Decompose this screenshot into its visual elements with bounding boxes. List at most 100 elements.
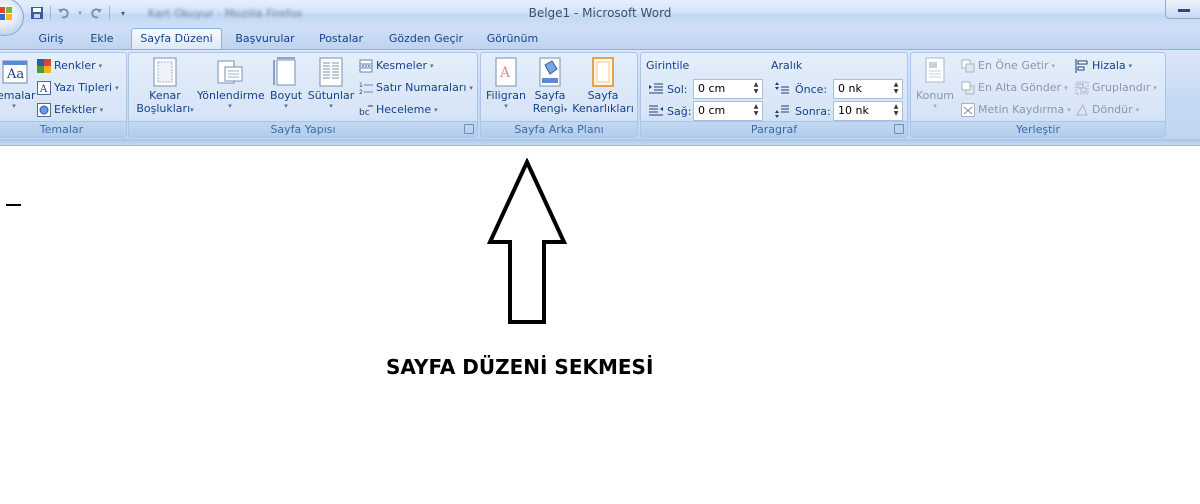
hyphenation-icon: bc [359, 103, 373, 118]
bring-to-front-button[interactable]: En Öne Getir ▾ [961, 57, 1055, 75]
hyphenation-label: Heceleme [376, 103, 432, 116]
chevron-down-icon: ▾ [329, 102, 333, 110]
position-icon [922, 57, 948, 87]
breaks-button[interactable]: Kesmeler ▾ [359, 57, 434, 75]
spacing-after-spinner[interactable]: 10 nk ▲ ▼ [833, 101, 903, 121]
themes-button[interactable]: Aa emalar ▾ [0, 57, 36, 110]
chevron-down-icon: ▾ [190, 106, 194, 114]
group-paragraf: Girintile Aralık Sol: 0 cm ▲ ▼ Sağ: 0 cm … [640, 52, 908, 138]
size-button[interactable]: Boyut ▾ [267, 57, 305, 110]
indent-right-spinner[interactable]: 0 cm ▲ ▼ [693, 101, 763, 121]
rotate-icon [1075, 103, 1089, 117]
margins-icon [152, 57, 178, 87]
minimize-icon [1178, 9, 1190, 12]
group-label-yerlestir: Yerleştir [911, 121, 1165, 137]
indent-right-label: Sağ: [667, 105, 692, 118]
spacing-after-label: Sonra: [795, 105, 831, 118]
title-bar: ▾ ▾ Kart Okuyur - Mozilla Firefox Belge1… [0, 0, 1200, 36]
orientation-button[interactable]: Yönlendirme ▾ [197, 57, 265, 110]
window-title: Belge1 - Microsoft Word [528, 6, 672, 20]
effects-button[interactable]: Efektler ▾ [37, 101, 103, 119]
page-color-button[interactable]: Sayfa Rengi▾ [531, 57, 569, 117]
bring-to-front-icon [961, 59, 975, 73]
tab-gorunum[interactable]: Görünüm [481, 29, 544, 49]
colors-icon [37, 59, 51, 73]
tab-gozden-gecir[interactable]: Gözden Geçir [382, 29, 470, 49]
group-objects-button[interactable]: Gruplandır ▾ [1075, 79, 1157, 97]
tab-ekle[interactable]: Ekle [82, 29, 122, 49]
chevron-down-icon: ▾ [1153, 84, 1157, 92]
tab-postalar[interactable]: Postalar [312, 29, 370, 49]
dialog-launcher-icon[interactable] [894, 124, 904, 134]
spinner-arrows-icon[interactable]: ▲ ▼ [892, 81, 900, 95]
tab-giris[interactable]: Giriş [32, 29, 70, 49]
line-numbers-label: Satır Numaraları [376, 81, 467, 94]
bring-to-front-label: En Öne Getir [978, 59, 1049, 72]
text-wrapping-button[interactable]: Metin Kaydırma ▾ [961, 101, 1071, 119]
indent-right-icon [649, 104, 663, 118]
ribbon-tabs: Giriş Ekle Sayfa Düzeni Başvurular Posta… [0, 27, 1200, 50]
watermark-label: Filigran [486, 89, 526, 102]
columns-icon [318, 57, 344, 87]
chevron-down-icon: ▾ [284, 102, 288, 110]
ribbon: Aa emalar ▾ Renkler ▾ A Yazı Tipleri ▾ Efe… [0, 49, 1200, 140]
chevron-down-icon: ▾ [99, 106, 104, 114]
page-borders-button[interactable]: Sayfa Kenarlıkları [571, 57, 635, 115]
watermark-icon: A [493, 57, 519, 87]
dialog-launcher-icon[interactable] [464, 124, 474, 134]
chevron-down-icon: ▾ [1067, 106, 1071, 114]
colors-button[interactable]: Renkler ▾ [37, 57, 102, 75]
svg-text:Aa: Aa [6, 67, 24, 82]
minimize-button[interactable] [1165, 0, 1200, 19]
margins-button[interactable]: Kenar Boşlukları▾ [133, 57, 197, 117]
group-objects-icon [1075, 81, 1089, 95]
fonts-label: Yazı Tipleri [54, 81, 113, 94]
chevron-down-icon: ▾ [115, 84, 119, 92]
orientation-label: Yönlendirme [197, 89, 265, 102]
size-icon [273, 57, 299, 87]
align-label: Hizala [1092, 59, 1126, 72]
spacing-title: Aralık [771, 59, 803, 72]
spinner-arrows-icon[interactable]: ▲ ▼ [752, 103, 760, 117]
themes-label: emalar [0, 89, 36, 102]
line-numbers-button[interactable]: 12 Satır Numaraları ▾ [359, 79, 473, 97]
group-label-sayfa-arka-plani: Sayfa Arka Planı [481, 121, 637, 137]
indent-left-spinner[interactable]: 0 cm ▲ ▼ [693, 79, 763, 99]
svg-text:1: 1 [359, 82, 363, 89]
spinner-arrows-icon[interactable]: ▲ ▼ [752, 81, 760, 95]
spacing-after-icon [775, 104, 789, 118]
align-button[interactable]: Hizala ▾ [1075, 57, 1132, 75]
chevron-down-icon: ▾ [1064, 84, 1068, 92]
page-color-label-line2: Rengi [532, 102, 564, 115]
chevron-down-icon: ▾ [228, 102, 232, 110]
hyphenation-button[interactable]: bc Heceleme ▾ [359, 101, 438, 119]
position-button[interactable]: Konum ▾ [913, 57, 957, 110]
chevron-down-icon: ▾ [469, 84, 473, 92]
group-objects-label: Gruplandır [1092, 81, 1151, 94]
ribbon-divider [0, 145, 1200, 146]
effects-label: Efektler [54, 103, 97, 116]
fonts-button[interactable]: A Yazı Tipleri ▾ [37, 79, 119, 97]
tab-basvurular[interactable]: Başvurular [230, 29, 300, 49]
spinner-arrows-icon[interactable]: ▲ ▼ [892, 103, 900, 117]
chevron-down-icon: ▾ [933, 102, 937, 110]
spacing-before-spinner[interactable]: 0 nk ▲ ▼ [833, 79, 903, 99]
page-borders-icon [590, 57, 616, 87]
chevron-down-icon: ▾ [504, 102, 508, 110]
group-sayfa-arka-plani: A Filigran ▾ Sayfa Rengi▾ Sayfa Kenarlık… [480, 52, 638, 138]
indent-left-label: Sol: [667, 83, 688, 96]
chevron-down-icon: ▾ [1128, 62, 1133, 70]
page-color-icon [537, 57, 563, 87]
page-color-label-line1: Sayfa [534, 89, 566, 102]
chevron-down-icon: ▾ [12, 102, 16, 110]
rotate-button[interactable]: Döndür ▾ [1075, 101, 1139, 119]
watermark-button[interactable]: A Filigran ▾ [483, 57, 529, 110]
tab-sayfa-duzeni[interactable]: Sayfa Düzeni [131, 28, 222, 50]
margins-label-line1: Kenar [149, 89, 181, 102]
group-temalar: Aa emalar ▾ Renkler ▾ A Yazı Tipleri ▾ Efe… [0, 52, 127, 138]
send-to-back-button[interactable]: En Alta Gönder ▾ [961, 79, 1068, 97]
send-to-back-label: En Alta Gönder [978, 81, 1062, 94]
effects-icon [37, 103, 51, 117]
office-logo-icon [0, 7, 13, 25]
columns-button[interactable]: Sütunlar ▾ [307, 57, 355, 110]
